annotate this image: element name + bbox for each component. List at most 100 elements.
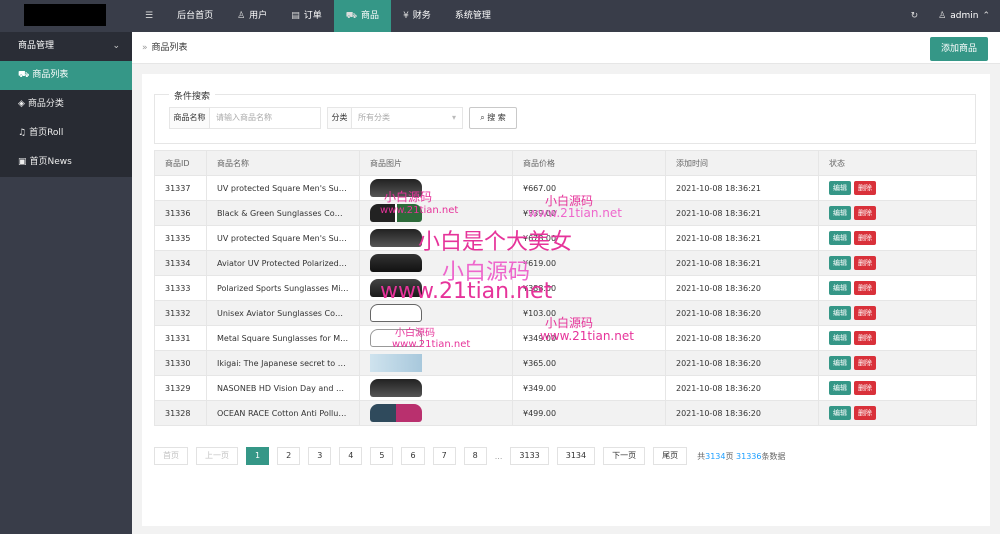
top-nav: ☰ 后台首页 ♙ 用户 ▤ 订单 ⛟ 商品 ¥ 财务 系统管理 (133, 0, 503, 32)
delete-button[interactable]: 删除 (854, 281, 876, 295)
sidebar-group-products[interactable]: 商品管理 ⌄ (0, 32, 132, 61)
nav-users[interactable]: ♙ 用户 (225, 0, 279, 32)
delete-button[interactable]: 删除 (854, 406, 876, 420)
product-price: ¥349.00 (512, 325, 666, 351)
product-name: Aviator UV Protected Polarized Blac... (206, 250, 360, 276)
edit-button[interactable]: 编辑 (829, 231, 851, 245)
edit-button[interactable]: 编辑 (829, 181, 851, 195)
pager-page-button[interactable]: 8 (463, 447, 487, 465)
nav-home[interactable]: 后台首页 (165, 0, 225, 32)
product-name-input[interactable]: 请输入商品名称 (210, 108, 320, 128)
product-image-cell (359, 375, 513, 401)
delete-button[interactable]: 删除 (854, 181, 876, 195)
table-row: 31335 UV protected Square Men's Sungla...… (154, 225, 977, 251)
sidebar-item-news[interactable]: ▣ 首页News (0, 148, 132, 177)
delete-button[interactable]: 删除 (854, 356, 876, 370)
product-name: Black & Green Sunglasses Combo ... (206, 200, 360, 226)
product-actions: 编辑 删除 (818, 275, 977, 301)
user-icon: ♙ (938, 11, 947, 21)
product-name: UV protected Square Men's Sungla... (206, 175, 360, 201)
pager-page-button[interactable]: 3 (308, 447, 332, 465)
edit-button[interactable]: 编辑 (829, 406, 851, 420)
pager-page-button[interactable]: 1 (246, 447, 270, 465)
menu-toggle-button[interactable]: ☰ (133, 0, 165, 32)
nav-finance-label: 财务 (412, 11, 431, 21)
delete-button[interactable]: 删除 (854, 331, 876, 345)
product-name: NASONEB HD Vision Day and Night... (206, 375, 360, 401)
nav-system[interactable]: 系统管理 (443, 0, 503, 32)
nav-orders[interactable]: ▤ 订单 (279, 0, 334, 32)
product-image (370, 329, 422, 347)
pager-page-button[interactable]: 5 (370, 447, 394, 465)
pager-info-prefix: 共 (697, 451, 706, 461)
menu-icon: ☰ (145, 11, 154, 21)
product-image-cell (359, 325, 513, 351)
delete-button[interactable]: 删除 (854, 231, 876, 245)
nav-finance[interactable]: ¥ 财务 (391, 0, 443, 32)
product-price: ¥349.00 (512, 375, 666, 401)
category-select[interactable]: 所有分类 ▾ (352, 108, 462, 128)
document-icon: ▤ (291, 11, 300, 21)
category-field: 分类 所有分类 ▾ (327, 107, 463, 129)
edit-button[interactable]: 编辑 (829, 206, 851, 220)
category-select-value: 所有分类 (358, 113, 390, 122)
column-header-name: 商品名称 (206, 150, 360, 176)
product-actions: 编辑 删除 (818, 400, 977, 426)
pager-page-button[interactable]: 6 (401, 447, 425, 465)
product-id: 31332 (154, 300, 207, 326)
user-menu[interactable]: ♙ admin ⌃ (928, 0, 1000, 32)
product-actions: 编辑 删除 (818, 350, 977, 376)
product-id: 31330 (154, 350, 207, 376)
refresh-button[interactable]: ↻ (901, 0, 929, 32)
search-button-label: 搜 索 (487, 113, 506, 122)
pager-page-button[interactable]: 4 (339, 447, 363, 465)
user-name: admin (950, 11, 979, 21)
product-time: 2021-10-08 18:36:21 (665, 175, 819, 201)
edit-button[interactable]: 编辑 (829, 256, 851, 270)
product-image-cell (359, 275, 513, 301)
search-button[interactable]: ⌕ 搜 索 (469, 107, 517, 129)
sidebar-item-roll[interactable]: ♫ 首页Roll (0, 119, 132, 148)
product-actions: 编辑 删除 (818, 250, 977, 276)
product-image (370, 279, 422, 297)
cart-icon: ⛟ (345, 11, 358, 21)
pager-next-button[interactable]: 下一页 (603, 447, 646, 465)
product-image-cell (359, 250, 513, 276)
pager-page-button[interactable]: 2 (277, 447, 301, 465)
product-image-cell (359, 300, 513, 326)
delete-button[interactable]: 删除 (854, 206, 876, 220)
add-product-button[interactable]: 添加商品 (929, 37, 988, 61)
delete-button[interactable]: 删除 (854, 381, 876, 395)
edit-button[interactable]: 编辑 (829, 381, 851, 395)
delete-button[interactable]: 删除 (854, 256, 876, 270)
product-name: Metal Square Sunglasses for Men a... (206, 325, 360, 351)
pager-page-button[interactable]: 3133 (510, 447, 549, 465)
edit-button[interactable]: 编辑 (829, 356, 851, 370)
pager-page-button[interactable]: 7 (432, 447, 456, 465)
yen-icon: ¥ (403, 11, 409, 21)
product-time: 2021-10-08 18:36:21 (665, 200, 819, 226)
edit-button[interactable]: 编辑 (829, 281, 851, 295)
chevron-up-icon: ⌃ (982, 11, 990, 21)
pager-page-button[interactable]: 3134 (556, 447, 596, 465)
breadcrumb: » 商品列表 (142, 32, 188, 64)
delete-button[interactable]: 删除 (854, 306, 876, 320)
product-name: UV protected Square Men's Sungla... (206, 225, 360, 251)
caret-down-icon: ▾ (451, 113, 456, 122)
sidebar-item-label: 首页Roll (29, 128, 64, 138)
product-name: OCEAN RACE Cotton Anti Pollution... (206, 400, 360, 426)
news-icon: ▣ (18, 157, 27, 167)
product-id: 31336 (154, 200, 207, 226)
sidebar-item-product-list[interactable]: ⛟ 商品列表 (0, 61, 132, 90)
nav-products[interactable]: ⛟ 商品 (333, 0, 392, 32)
product-price: ¥619.00 (512, 250, 666, 276)
pager-prev-button[interactable]: 上一页 (196, 447, 238, 465)
pager-last-button[interactable]: 尾页 (653, 447, 688, 465)
main-content: » 商品列表 添加商品 条件搜索 商品名称 请输入商品名称 分类 所有分类 ▾ ⌕… (132, 32, 1000, 534)
product-time: 2021-10-08 18:36:20 (665, 350, 819, 376)
sidebar-item-categories[interactable]: ◈ 商品分类 (0, 90, 132, 119)
edit-button[interactable]: 编辑 (829, 331, 851, 345)
edit-button[interactable]: 编辑 (829, 306, 851, 320)
search-legend: 条件搜索 (169, 89, 216, 102)
pager-first-button[interactable]: 首页 (154, 447, 188, 465)
